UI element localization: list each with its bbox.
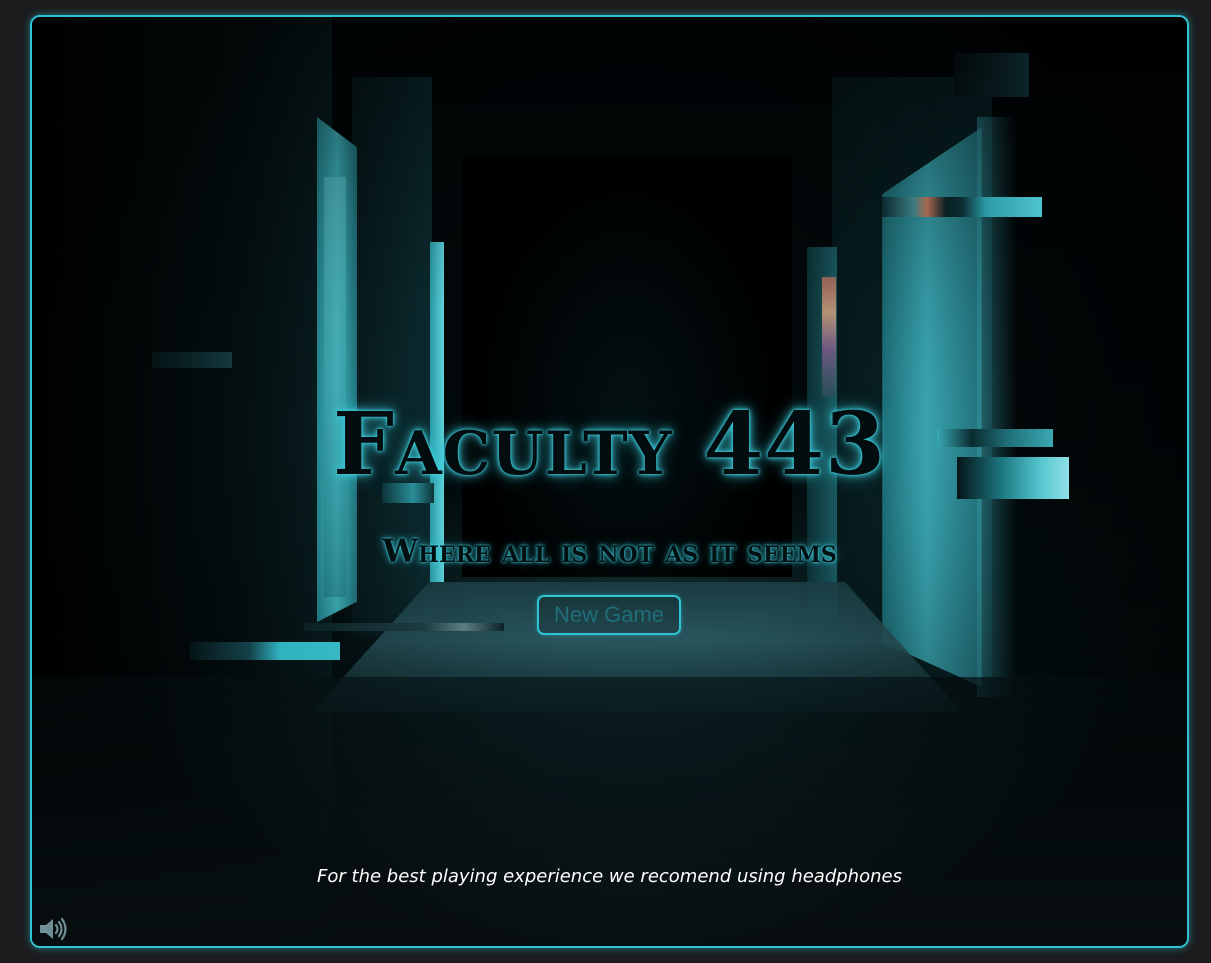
glitch-strip — [152, 352, 232, 368]
speaker-volume-icon[interactable] — [38, 916, 70, 942]
new-game-button[interactable]: New Game — [537, 595, 681, 635]
glitch-strip — [882, 197, 1042, 217]
game-subtitle: Where all is not as it seems — [382, 532, 837, 570]
glitch-strip — [190, 642, 340, 660]
game-title: Faculty 443 — [333, 394, 886, 495]
headphones-hint: For the best playing experience we recom… — [317, 866, 902, 887]
game-frame: Faculty 443 Where all is not as it seems… — [30, 15, 1189, 948]
glitch-strip — [954, 53, 1029, 97]
glitch-strip — [304, 623, 504, 631]
